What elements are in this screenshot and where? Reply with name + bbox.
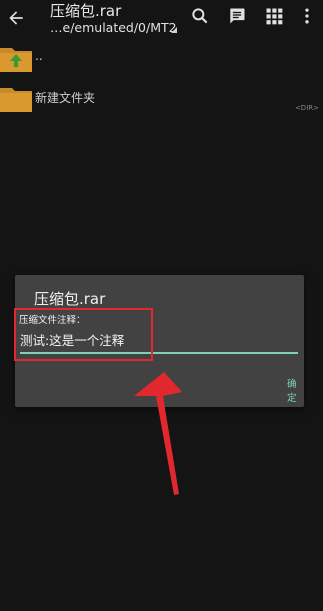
dir-badge: <DIR> [294,104,319,112]
list-item-parent[interactable]: .. [0,44,323,86]
path-dropdown-icon[interactable] [171,27,177,33]
dialog-title: 压缩包.rar [34,290,106,308]
folder-up-icon [0,48,32,72]
folder-icon [0,88,32,112]
app-bar: 压缩包.rar …e/emulated/0/MT2 [0,0,323,36]
list-item-label: .. [35,49,43,63]
path-breadcrumb[interactable]: …e/emulated/0/MT2 [50,20,177,35]
list-item-label: 新建文件夹 [35,91,96,105]
comment-icon[interactable] [227,6,247,26]
search-icon[interactable] [190,6,210,26]
list-item-folder[interactable]: 新建文件夹 <DIR> [0,84,323,126]
archive-title: 压缩包.rar [50,2,122,20]
ok-button[interactable]: 确定 [287,376,304,404]
highlight-box [14,308,153,361]
back-arrow-icon[interactable] [6,8,26,28]
more-vert-icon[interactable] [297,6,317,26]
grid-view-icon[interactable] [264,6,284,26]
